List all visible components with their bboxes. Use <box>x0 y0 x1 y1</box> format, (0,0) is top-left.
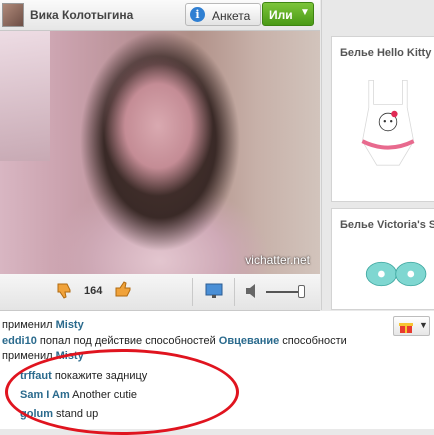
chat-text: Another cutie <box>69 389 138 401</box>
ad-card-victorias-secret[interactable]: Белье Victoria's Secret <box>331 208 434 310</box>
profile-button[interactable]: i Анкета <box>185 3 261 26</box>
divider <box>192 278 193 306</box>
chat-text: применил <box>2 319 56 331</box>
chat-line: golum stand up <box>20 408 98 420</box>
chat-nick[interactable]: golum <box>20 408 53 420</box>
speaker-icon[interactable] <box>244 282 262 300</box>
divider <box>234 278 235 306</box>
username[interactable]: Вика Колотыгина <box>30 8 133 22</box>
chat-text: попал под действие способностей <box>36 335 219 347</box>
webcam-background <box>0 31 50 161</box>
chat-line: применил Misty <box>2 350 84 362</box>
ads-column: Белье Hello Kitty Белье Victoria's Secre… <box>321 0 434 310</box>
chat-text: stand up <box>53 408 99 420</box>
chat-text: покажите задницу <box>51 370 148 382</box>
chevron-down-icon: ▼ <box>300 7 310 18</box>
volume-knob[interactable] <box>298 285 305 298</box>
chat-text: применил <box>2 350 56 362</box>
chat-line: применил Misty <box>2 319 84 331</box>
chat-nick[interactable]: eddi10 <box>2 335 37 347</box>
or-button[interactable]: Или ▼ <box>262 2 314 26</box>
profile-button-label: Анкета <box>212 9 251 23</box>
chat-text: способности <box>279 335 347 347</box>
rating-count: 164 <box>84 285 103 297</box>
lingerie-image <box>365 261 427 287</box>
ad-title: Белье Hello Kitty <box>340 47 432 59</box>
chat-nick[interactable]: Sam I Am <box>20 389 70 401</box>
or-button-label: Или <box>269 8 293 22</box>
avatar[interactable] <box>2 3 24 27</box>
chat-log[interactable]: применил Misty eddi10 попал под действие… <box>0 311 434 429</box>
screen-icon[interactable] <box>204 282 224 300</box>
info-icon: i <box>190 7 205 22</box>
thumbs-up-icon[interactable] <box>113 280 133 298</box>
gift-button[interactable]: ▼ <box>393 316 430 336</box>
video-watermark: vichatter.net <box>245 253 310 267</box>
gift-icon <box>399 323 413 333</box>
video-controls: 164 <box>0 274 320 311</box>
chat-skill[interactable]: Овцевание <box>219 335 279 347</box>
ad-card-hello-kitty[interactable]: Белье Hello Kitty <box>331 36 434 202</box>
chat-line: trffaut покажите задницу <box>20 370 147 382</box>
video-stream[interactable]: vichatter.net <box>0 31 320 274</box>
swimsuit-image <box>361 80 415 166</box>
ad-title: Белье Victoria's Secret <box>340 219 434 231</box>
chevron-down-icon: ▼ <box>419 320 428 330</box>
chat-nick[interactable]: Misty <box>56 319 84 331</box>
chat-nick[interactable]: Misty <box>56 350 84 362</box>
chat-line: Sam I Am Another cutie <box>20 389 137 401</box>
chat-nick[interactable]: trffaut <box>20 370 52 382</box>
thumbs-down-icon[interactable] <box>55 282 75 300</box>
top-bar: Вика Колотыгина i Анкета Или ▼ <box>0 0 320 31</box>
chat-line: eddi10 попал под действие способностей О… <box>2 335 347 347</box>
